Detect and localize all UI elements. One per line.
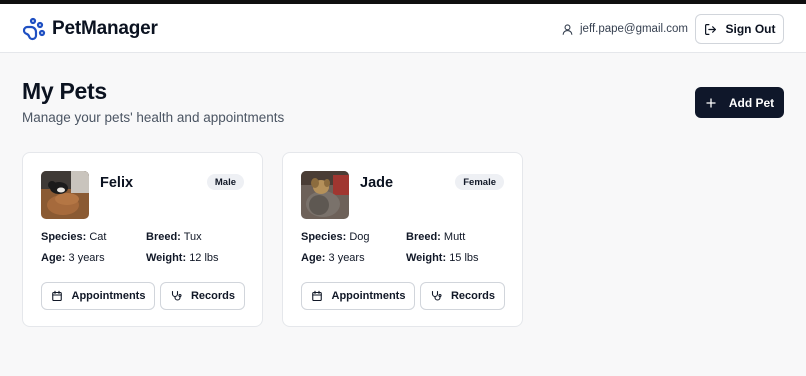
cat-photo xyxy=(41,171,89,219)
brand[interactable]: PetManager xyxy=(22,16,158,42)
pet-name: Felix xyxy=(100,175,134,191)
pet-card: Felix Male Species: Cat Breed: Tux Age: … xyxy=(22,152,263,327)
pet-name: Jade xyxy=(360,175,394,191)
user-info: jeff.pape@gmail.com xyxy=(561,21,688,37)
user-icon xyxy=(562,23,573,35)
pet-breed: Breed: Tux xyxy=(146,231,202,243)
page-title: My Pets xyxy=(22,78,107,104)
appointments-label: Appointments xyxy=(331,290,406,302)
pet-photo[interactable] xyxy=(301,171,349,219)
pet-card: Jade Female Species: Dog Breed: Mutt Age… xyxy=(282,152,523,327)
pet-photo[interactable] xyxy=(41,171,89,219)
pet-breed: Breed: Mutt xyxy=(406,231,466,243)
pet-species: Species: Dog xyxy=(301,231,370,243)
records-label: Records xyxy=(450,290,496,302)
user-email: jeff.pape@gmail.com xyxy=(580,23,688,35)
appointments-button[interactable]: Appointments xyxy=(301,282,415,310)
pet-age: Age: 3 years xyxy=(301,252,365,264)
appointments-button[interactable]: Appointments xyxy=(41,282,155,310)
appointments-label: Appointments xyxy=(71,290,146,302)
sign-out-label: Sign Out xyxy=(725,22,776,36)
gender-badge: Male xyxy=(206,174,244,190)
stethoscope-icon xyxy=(431,290,442,301)
pet-weight: Weight: 12 lbs xyxy=(146,252,219,264)
log-out-icon xyxy=(704,23,716,35)
pet-species: Species: Cat xyxy=(41,231,107,243)
page-subtitle: Manage your pets' health and appointment… xyxy=(22,110,285,125)
pet-weight: Weight: 15 lbs xyxy=(406,252,479,264)
app-header: PetManager jeff.pape@gmail.com Sign Out xyxy=(0,4,806,53)
sign-out-button[interactable]: Sign Out xyxy=(695,14,784,44)
brand-name: PetManager xyxy=(52,18,158,39)
plus-icon xyxy=(706,97,716,108)
gender-badge: Female xyxy=(455,174,504,190)
stethoscope-icon xyxy=(171,290,182,301)
records-label: Records xyxy=(190,290,236,302)
add-pet-label: Add Pet xyxy=(728,95,775,110)
paw-icon xyxy=(22,17,46,41)
records-button[interactable]: Records xyxy=(160,282,245,310)
records-button[interactable]: Records xyxy=(420,282,505,310)
calendar-icon xyxy=(311,290,322,302)
add-pet-button[interactable]: Add Pet xyxy=(695,87,784,118)
pet-age: Age: 3 years xyxy=(41,252,105,264)
calendar-icon xyxy=(51,290,62,302)
dog-photo xyxy=(301,171,349,219)
